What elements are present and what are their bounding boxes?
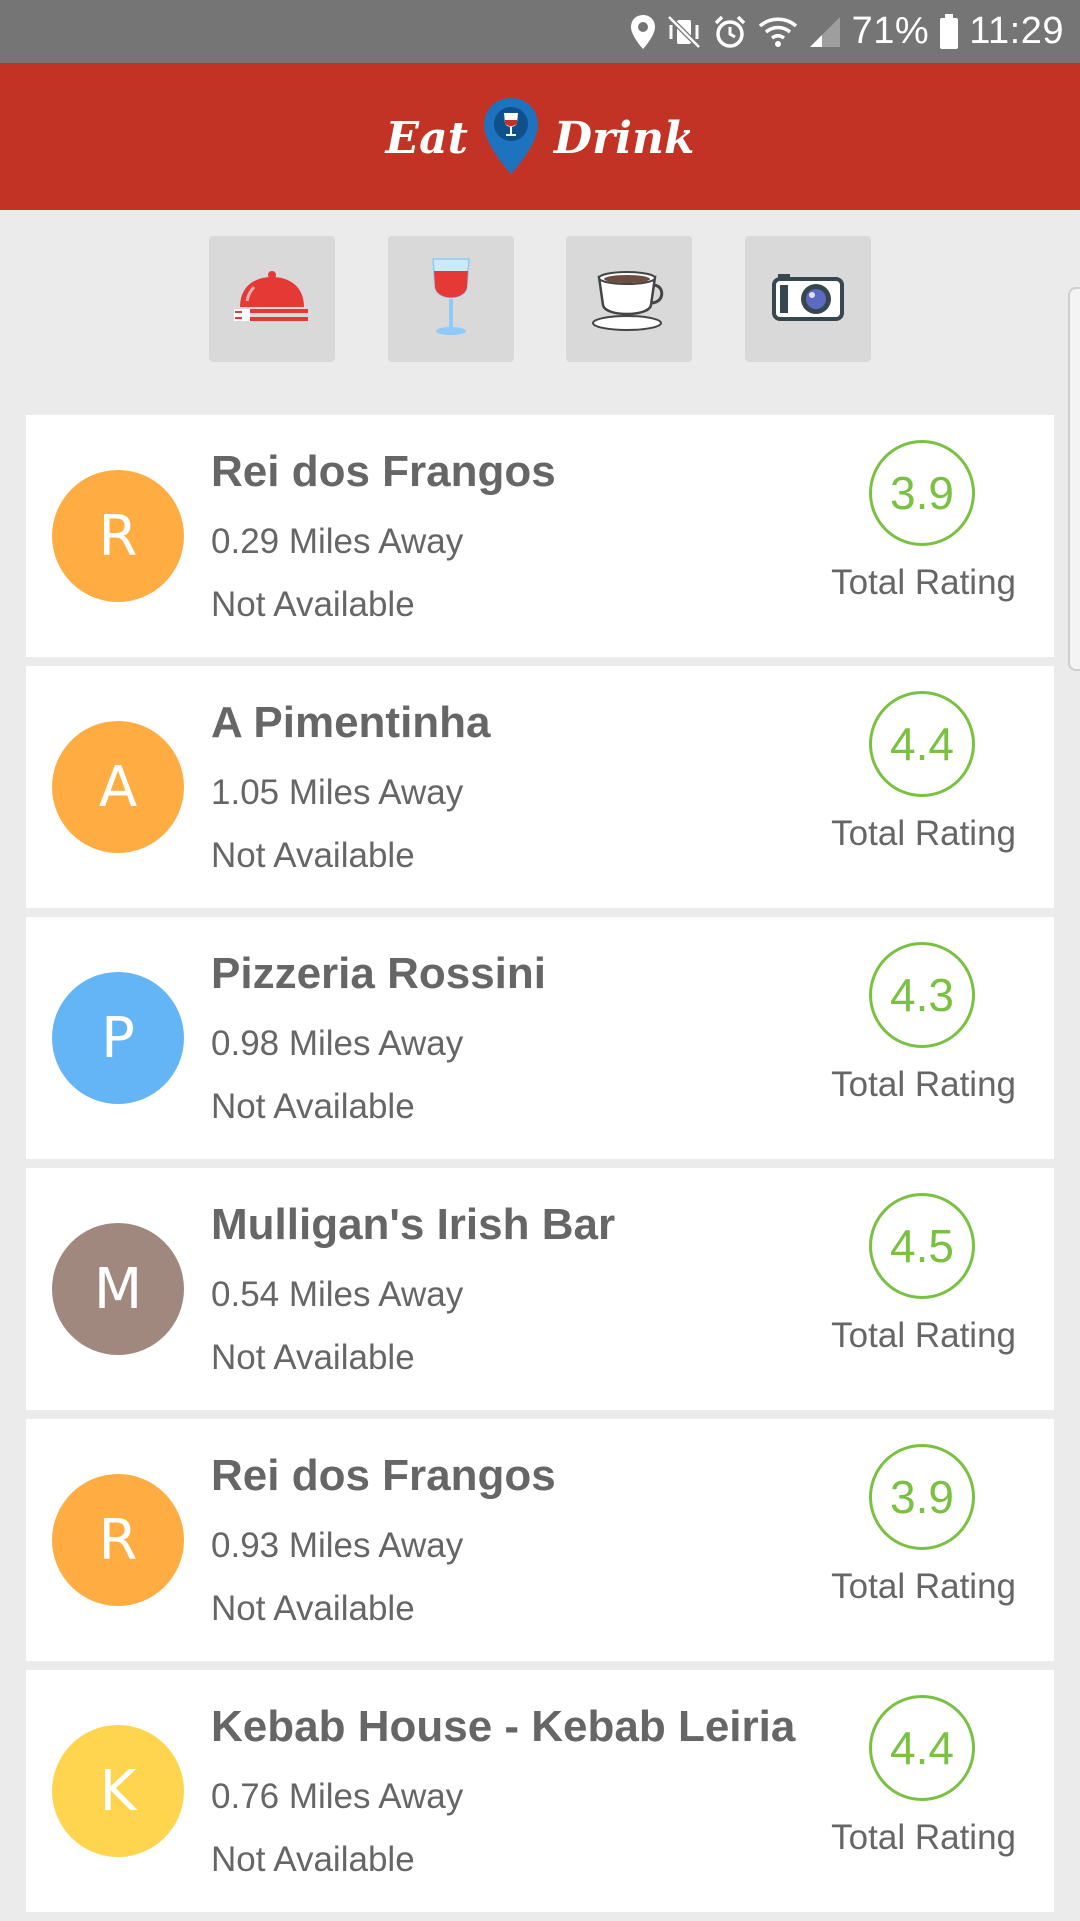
place-availability: Not Available: [211, 1589, 415, 1628]
place-name: Kebab House - Kebab Leiria: [211, 1702, 796, 1751]
cafe-category-button[interactable]: [566, 236, 692, 362]
place-card[interactable]: R Rei dos Frangos 0.29 Miles Away Not Av…: [26, 415, 1054, 657]
place-distance: 0.54 Miles Away: [211, 1275, 464, 1314]
bar-category-button[interactable]: [388, 236, 514, 362]
place-distance: 0.76 Miles Away: [211, 1777, 464, 1816]
camera-icon: [772, 273, 844, 326]
coffee-cup-icon: [589, 261, 669, 338]
signal-icon: [808, 12, 842, 52]
food-cloche-icon: [232, 265, 312, 334]
wine-glass-icon: [427, 257, 475, 342]
place-availability: Not Available: [211, 585, 415, 624]
location-icon: [630, 12, 656, 52]
place-avatar: K: [52, 1725, 184, 1857]
rating-label: Total Rating: [831, 814, 1016, 853]
wifi-icon: [758, 12, 798, 52]
rating-badge: 4.3: [869, 942, 975, 1048]
logo-drink-text: Drink: [553, 112, 695, 164]
place-availability: Not Available: [211, 836, 415, 875]
place-name: A Pimentinha: [211, 698, 491, 747]
place-distance: 0.98 Miles Away: [211, 1024, 464, 1063]
place-card[interactable]: P Pizzeria Rossini 0.98 Miles Away Not A…: [26, 917, 1054, 1159]
places-list: R Rei dos Frangos 0.29 Miles Away Not Av…: [26, 415, 1054, 1921]
category-bar: [0, 236, 1080, 362]
place-avatar: A: [52, 721, 184, 853]
place-card[interactable]: A A Pimentinha 1.05 Miles Away Not Avail…: [26, 666, 1054, 908]
status-bar: 71% 11:29: [0, 0, 1080, 63]
place-avatar: R: [52, 470, 184, 602]
rating-badge: 4.5: [869, 1193, 975, 1299]
place-avatar: R: [52, 1474, 184, 1606]
clock: 11:29: [969, 10, 1064, 52]
rating-label: Total Rating: [831, 1818, 1016, 1857]
place-name: Pizzeria Rossini: [211, 949, 547, 998]
logo-eat-text: Eat: [385, 112, 468, 164]
battery-percent: 71%: [851, 10, 930, 52]
place-availability: Not Available: [211, 1840, 415, 1879]
status-icons: 71% 11:29: [630, 0, 1064, 63]
app-bar: Eat Drink: [0, 63, 1080, 210]
place-card[interactable]: M Mulligan's Irish Bar 0.54 Miles Away N…: [26, 1168, 1054, 1410]
rating-badge: 4.4: [869, 691, 975, 797]
place-card[interactable]: R Rei dos Frangos 0.93 Miles Away Not Av…: [26, 1419, 1054, 1661]
place-distance: 0.29 Miles Away: [211, 522, 464, 561]
map-pin-wine-icon: [482, 96, 540, 181]
rating-label: Total Rating: [831, 563, 1016, 602]
place-avatar: M: [52, 1223, 184, 1355]
place-availability: Not Available: [211, 1087, 415, 1126]
rating-badge: 3.9: [869, 1444, 975, 1550]
place-name: Mulligan's Irish Bar: [211, 1200, 616, 1249]
restaurant-category-button[interactable]: [209, 236, 335, 362]
rating-label: Total Rating: [831, 1065, 1016, 1104]
rating-label: Total Rating: [831, 1316, 1016, 1355]
place-avatar: P: [52, 972, 184, 1104]
place-distance: 0.93 Miles Away: [211, 1526, 464, 1565]
place-name: Rei dos Frangos: [211, 1451, 556, 1500]
scroll-indicator: [1068, 287, 1080, 671]
vibrate-mute-icon: [666, 12, 702, 52]
sights-category-button[interactable]: [745, 236, 871, 362]
rating-label: Total Rating: [831, 1567, 1016, 1606]
place-availability: Not Available: [211, 1338, 415, 1377]
battery-icon: [939, 12, 959, 52]
alarm-icon: [712, 12, 748, 52]
place-name: Rei dos Frangos: [211, 447, 556, 496]
place-distance: 1.05 Miles Away: [211, 773, 464, 812]
app-logo: Eat Drink: [0, 93, 1080, 183]
rating-badge: 4.4: [869, 1695, 975, 1801]
place-card[interactable]: K Kebab House - Kebab Leiria 0.76 Miles …: [26, 1670, 1054, 1912]
rating-badge: 3.9: [869, 440, 975, 546]
